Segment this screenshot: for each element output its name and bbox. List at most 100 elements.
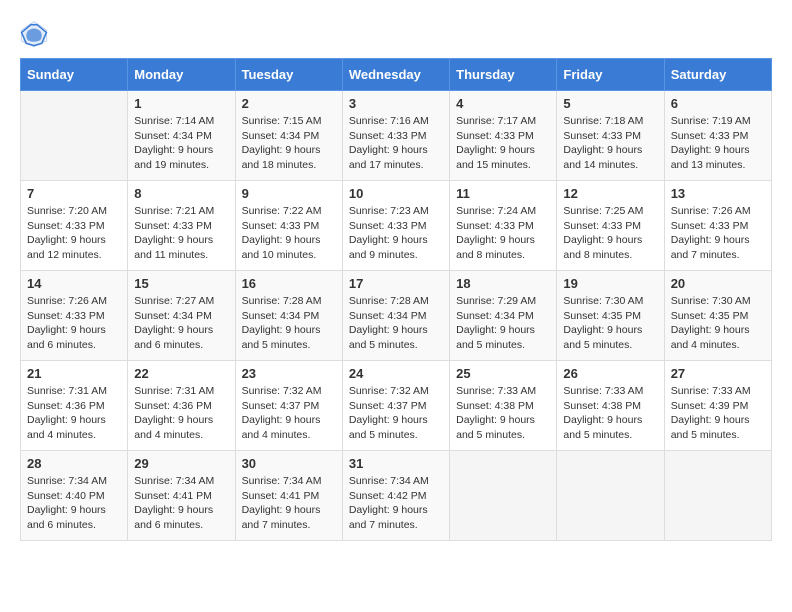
calendar-cell: 7 Sunrise: 7:20 AMSunset: 4:33 PMDaylight… <box>21 181 128 271</box>
calendar-cell: 10Sunrise: 7:23 AMSunset: 4:33 PMDayligh… <box>342 181 449 271</box>
day-number: 26 <box>563 366 657 381</box>
calendar-cell: 25Sunrise: 7:33 AMSunset: 4:38 PMDayligh… <box>450 361 557 451</box>
header-sunday: Sunday <box>21 59 128 91</box>
day-info: Sunrise: 7:31 AMSunset: 4:36 PMDaylight:… <box>27 384 121 443</box>
calendar-cell: 15 Sunrise: 7:27 AMSunset: 4:34 PMDayligh… <box>128 271 235 361</box>
day-info: Sunrise: 7:26 AMSunset: 4:33 PMDaylight:… <box>27 294 121 353</box>
day-number: 16 <box>242 276 336 291</box>
calendar-cell: 26 Sunrise: 7:33 AMSunset: 4:38 PMDayligh… <box>557 361 664 451</box>
calendar-cell: 21 Sunrise: 7:31 AMSunset: 4:36 PMDayligh… <box>21 361 128 451</box>
day-number: 3 <box>349 96 443 111</box>
calendar-cell <box>664 451 771 541</box>
calendar-cell: 30 Sunrise: 7:34 AMSunset: 4:41 PMDayligh… <box>235 451 342 541</box>
calendar-cell: 14 Sunrise: 7:26 AMSunset: 4:33 PMDayligh… <box>21 271 128 361</box>
header-tuesday: Tuesday <box>235 59 342 91</box>
calendar-cell: 8Sunrise: 7:21 AMSunset: 4:33 PMDaylight… <box>128 181 235 271</box>
day-number: 1 <box>134 96 228 111</box>
day-number: 15 <box>134 276 228 291</box>
day-info: Sunrise: 7:26 AMSunset: 4:33 PMDaylight:… <box>671 204 765 263</box>
day-number: 31 <box>349 456 443 471</box>
page-header <box>20 20 772 48</box>
day-info: Sunrise: 7:17 AMSunset: 4:33 PMDaylight:… <box>456 114 550 173</box>
calendar-cell: 22 Sunrise: 7:31 AMSunset: 4:36 PMDayligh… <box>128 361 235 451</box>
header-thursday: Thursday <box>450 59 557 91</box>
calendar-cell: 19Sunrise: 7:30 AMSunset: 4:35 PMDayligh… <box>557 271 664 361</box>
header-friday: Friday <box>557 59 664 91</box>
day-info: Sunrise: 7:30 AMSunset: 4:35 PMDaylight:… <box>671 294 765 353</box>
day-info: Sunrise: 7:34 AMSunset: 4:41 PMDaylight:… <box>134 474 228 533</box>
day-info: Sunrise: 7:33 AMSunset: 4:38 PMDaylight:… <box>563 384 657 443</box>
day-info: Sunrise: 7:28 AMSunset: 4:34 PMDaylight:… <box>349 294 443 353</box>
day-info: Sunrise: 7:20 AMSunset: 4:33 PMDaylight:… <box>27 204 121 263</box>
day-number: 13 <box>671 186 765 201</box>
calendar-cell: 27Sunrise: 7:33 AMSunset: 4:39 PMDayligh… <box>664 361 771 451</box>
calendar-cell: 6 Sunrise: 7:19 AMSunset: 4:33 PMDaylight… <box>664 91 771 181</box>
calendar-cell: 1 Sunrise: 7:14 AMSunset: 4:34 PMDaylight… <box>128 91 235 181</box>
header-wednesday: Wednesday <box>342 59 449 91</box>
calendar-cell: 17 Sunrise: 7:28 AMSunset: 4:34 PMDayligh… <box>342 271 449 361</box>
day-info: Sunrise: 7:29 AMSunset: 4:34 PMDaylight:… <box>456 294 550 353</box>
day-info: Sunrise: 7:27 AMSunset: 4:34 PMDaylight:… <box>134 294 228 353</box>
calendar-cell: 28 Sunrise: 7:34 AMSunset: 4:40 PMDayligh… <box>21 451 128 541</box>
day-info: Sunrise: 7:19 AMSunset: 4:33 PMDaylight:… <box>671 114 765 173</box>
logo <box>20 20 52 48</box>
day-number: 19 <box>563 276 657 291</box>
day-info: Sunrise: 7:31 AMSunset: 4:36 PMDaylight:… <box>134 384 228 443</box>
calendar-cell: 18 Sunrise: 7:29 AMSunset: 4:34 PMDayligh… <box>450 271 557 361</box>
day-number: 14 <box>27 276 121 291</box>
day-number: 23 <box>242 366 336 381</box>
day-info: Sunrise: 7:34 AMSunset: 4:41 PMDaylight:… <box>242 474 336 533</box>
day-number: 24 <box>349 366 443 381</box>
calendar-week-row: 21 Sunrise: 7:31 AMSunset: 4:36 PMDayligh… <box>21 361 772 451</box>
calendar-cell: 29 Sunrise: 7:34 AMSunset: 4:41 PMDayligh… <box>128 451 235 541</box>
calendar-cell: 11 Sunrise: 7:24 AMSunset: 4:33 PMDayligh… <box>450 181 557 271</box>
day-info: Sunrise: 7:18 AMSunset: 4:33 PMDaylight:… <box>563 114 657 173</box>
calendar-cell: 20 Sunrise: 7:30 AMSunset: 4:35 PMDayligh… <box>664 271 771 361</box>
day-number: 30 <box>242 456 336 471</box>
header-monday: Monday <box>128 59 235 91</box>
calendar-cell <box>21 91 128 181</box>
day-number: 4 <box>456 96 550 111</box>
calendar-week-row: 28 Sunrise: 7:34 AMSunset: 4:40 PMDayligh… <box>21 451 772 541</box>
day-number: 12 <box>563 186 657 201</box>
calendar-cell: 9Sunrise: 7:22 AMSunset: 4:33 PMDaylight… <box>235 181 342 271</box>
calendar-header-row: SundayMondayTuesdayWednesdayThursdayFrid… <box>21 59 772 91</box>
day-number: 29 <box>134 456 228 471</box>
day-number: 22 <box>134 366 228 381</box>
calendar-cell: 23Sunrise: 7:32 AMSunset: 4:37 PMDayligh… <box>235 361 342 451</box>
day-number: 6 <box>671 96 765 111</box>
calendar-cell: 16 Sunrise: 7:28 AMSunset: 4:34 PMDayligh… <box>235 271 342 361</box>
day-info: Sunrise: 7:33 AMSunset: 4:39 PMDaylight:… <box>671 384 765 443</box>
day-info: Sunrise: 7:21 AMSunset: 4:33 PMDaylight:… <box>134 204 228 263</box>
day-number: 11 <box>456 186 550 201</box>
day-info: Sunrise: 7:33 AMSunset: 4:38 PMDaylight:… <box>456 384 550 443</box>
day-number: 17 <box>349 276 443 291</box>
calendar-cell: 31Sunrise: 7:34 AMSunset: 4:42 PMDayligh… <box>342 451 449 541</box>
header-saturday: Saturday <box>664 59 771 91</box>
calendar-cell: 12 Sunrise: 7:25 AMSunset: 4:33 PMDayligh… <box>557 181 664 271</box>
calendar-week-row: 1 Sunrise: 7:14 AMSunset: 4:34 PMDaylight… <box>21 91 772 181</box>
day-info: Sunrise: 7:32 AMSunset: 4:37 PMDaylight:… <box>349 384 443 443</box>
day-number: 18 <box>456 276 550 291</box>
day-info: Sunrise: 7:15 AMSunset: 4:34 PMDaylight:… <box>242 114 336 173</box>
calendar-week-row: 14 Sunrise: 7:26 AMSunset: 4:33 PMDayligh… <box>21 271 772 361</box>
calendar-cell <box>450 451 557 541</box>
day-info: Sunrise: 7:25 AMSunset: 4:33 PMDaylight:… <box>563 204 657 263</box>
calendar-cell <box>557 451 664 541</box>
calendar-cell: 3Sunrise: 7:16 AMSunset: 4:33 PMDaylight… <box>342 91 449 181</box>
day-number: 7 <box>27 186 121 201</box>
day-info: Sunrise: 7:23 AMSunset: 4:33 PMDaylight:… <box>349 204 443 263</box>
day-info: Sunrise: 7:24 AMSunset: 4:33 PMDaylight:… <box>456 204 550 263</box>
calendar-cell: 2Sunrise: 7:15 AMSunset: 4:34 PMDaylight… <box>235 91 342 181</box>
day-info: Sunrise: 7:34 AMSunset: 4:40 PMDaylight:… <box>27 474 121 533</box>
calendar-cell: 5Sunrise: 7:18 AMSunset: 4:33 PMDaylight… <box>557 91 664 181</box>
calendar-cell: 4 Sunrise: 7:17 AMSunset: 4:33 PMDaylight… <box>450 91 557 181</box>
calendar-week-row: 7 Sunrise: 7:20 AMSunset: 4:33 PMDaylight… <box>21 181 772 271</box>
day-number: 21 <box>27 366 121 381</box>
calendar-table: SundayMondayTuesdayWednesdayThursdayFrid… <box>20 58 772 541</box>
day-info: Sunrise: 7:28 AMSunset: 4:34 PMDaylight:… <box>242 294 336 353</box>
day-info: Sunrise: 7:14 AMSunset: 4:34 PMDaylight:… <box>134 114 228 173</box>
day-number: 20 <box>671 276 765 291</box>
logo-icon <box>20 20 48 48</box>
day-number: 28 <box>27 456 121 471</box>
